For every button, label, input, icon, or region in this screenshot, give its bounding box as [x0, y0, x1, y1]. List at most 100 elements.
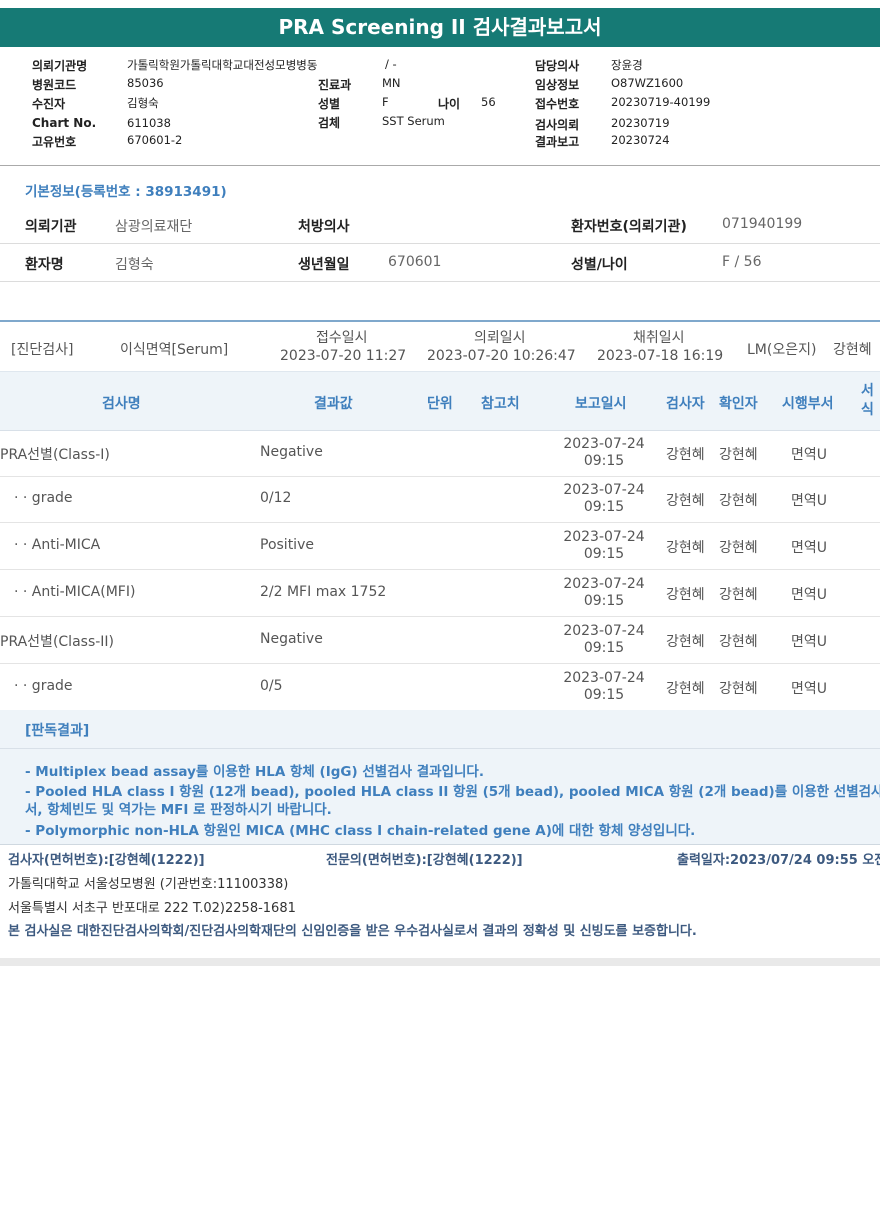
- label-clinical: 임상정보: [535, 78, 580, 92]
- footer-printed: 출력일자:2023/07/24 09:55 오전: [677, 853, 880, 868]
- label-institution: 의뢰기관명: [32, 59, 88, 73]
- table-row: · · grade 0/12 2023-07-24 09:15 강현혜 강현혜 면…: [0, 476, 880, 523]
- value-hospcode: 85036: [127, 76, 164, 90]
- report-header: 의뢰기관명 가톨릭학원가톨릭대학교대전성모병병동 / - 담당의사 장윤경 병원…: [0, 48, 880, 166]
- row-time: 09:15: [583, 499, 625, 515]
- label-hospcode: 병원코드: [32, 78, 77, 92]
- row-tester: 강현혜: [666, 540, 705, 556]
- value-name: 김형숙: [115, 257, 154, 273]
- row-report-date: 2023-07-24 09:15: [559, 529, 649, 563]
- diag-label-collected: 채취일시: [633, 330, 685, 346]
- row-date: 2023-07-24: [563, 482, 645, 498]
- table-row: PRA선별(Class-I) Negative 2023-07-24 09:15 …: [0, 430, 880, 477]
- value-birth: 670601: [388, 254, 442, 270]
- col-unit: 단위: [427, 396, 453, 412]
- row-department: 면역U: [791, 493, 828, 509]
- label-sex: 성별: [318, 97, 341, 111]
- label-name: 환자명: [25, 257, 64, 273]
- value-req: 20230719: [611, 116, 670, 130]
- interpretation-line: 서, 항체빈도 및 역가는 MFI 로 판정하시기 바랍니다.: [25, 802, 332, 818]
- report-title: PRA Screening II 검사결과보고서: [0, 8, 880, 47]
- label-presc: 처방의사: [298, 219, 350, 235]
- interpretation-title: [판독결과]: [25, 723, 90, 739]
- row-tester: 강현혜: [666, 681, 705, 697]
- row-test-name: · · Anti-MICA: [14, 537, 101, 553]
- row-report-date: 2023-07-24 09:15: [559, 623, 649, 657]
- interpretation-line: - Pooled HLA class I 항원 (12개 bead), pool…: [25, 784, 880, 800]
- col-report-date: 보고일시: [575, 396, 627, 412]
- diag-requested: 2023-07-20 10:26:47: [427, 348, 576, 364]
- diag-tester: 강현혜: [833, 342, 872, 358]
- row-test-name: · · grade: [14, 490, 73, 506]
- basic-info-row: 환자명 김형숙 생년월일 670601 성별/나이 F / 56: [0, 244, 880, 282]
- table-row: · · Anti-MICA(MFI) 2/2 MFI max 1752 2023…: [0, 570, 880, 617]
- row-tester: 강현혜: [666, 634, 705, 650]
- result-table-header: 검사명 결과값 단위 참고치 보고일시 검사자 확인자 시행부서 서식: [0, 371, 880, 431]
- label-dept: 진료과: [318, 78, 352, 92]
- row-date: 2023-07-24: [563, 623, 645, 639]
- col-ref: 참고치: [481, 396, 520, 412]
- value-report: 20230724: [611, 133, 670, 147]
- label-chart: Chart No.: [32, 116, 97, 130]
- row-confirmer: 강현혜: [719, 587, 758, 603]
- label-report: 결과보고: [535, 135, 580, 149]
- diag-subcategory: 이식면역[Serum]: [120, 342, 229, 358]
- row-result: Positive: [260, 537, 314, 553]
- footer-certification: 본 검사실은 대한진단검사의학회/진단검사의학재단의 신임인증을 받은 우수검사…: [8, 924, 697, 939]
- row-confirmer: 강현혜: [719, 493, 758, 509]
- value-sex: F: [382, 95, 389, 109]
- label-req: 검사의뢰: [535, 118, 580, 132]
- label-sexage: 성별/나이: [571, 257, 628, 273]
- diag-received: 2023-07-20 11:27: [280, 348, 407, 364]
- row-time: 09:15: [583, 593, 625, 609]
- diag-label-received: 접수일시: [316, 330, 368, 346]
- value-doctor: 장윤경: [611, 58, 643, 72]
- row-confirmer: 강현혜: [719, 634, 758, 650]
- diagnosis-summary: [진단검사] 이식면역[Serum] 접수일시 2023-07-20 11:27…: [0, 320, 880, 372]
- col-department: 시행부서: [782, 396, 834, 412]
- label-doctor: 담당의사: [535, 59, 580, 73]
- row-date: 2023-07-24: [563, 529, 645, 545]
- label-specimen: 검체: [318, 116, 341, 130]
- value-chart: 611038: [127, 116, 171, 130]
- value-pno: 071940199: [722, 216, 803, 232]
- row-report-date: 2023-07-24 09:15: [559, 670, 649, 704]
- row-tester: 강현혜: [666, 493, 705, 509]
- label-inst: 의뢰기관: [25, 219, 77, 235]
- row-test-name: · · grade: [14, 678, 73, 694]
- row-department: 면역U: [791, 681, 828, 697]
- col-tester: 검사자: [666, 396, 705, 412]
- row-result: 0/5: [260, 678, 283, 694]
- row-time: 09:15: [583, 640, 625, 656]
- interpretation-line: - Multiplex bead assay를 이용한 HLA 항체 (IgG)…: [25, 764, 484, 780]
- row-tester: 강현혜: [666, 587, 705, 603]
- label-age: 나이: [438, 97, 461, 111]
- row-report-date: 2023-07-24 09:15: [559, 436, 649, 470]
- col-test-name: 검사명: [102, 396, 141, 412]
- value-age: 56: [481, 95, 496, 109]
- row-department: 면역U: [791, 587, 828, 603]
- diag-category: [진단검사]: [11, 342, 74, 358]
- row-confirmer: 강현혜: [719, 540, 758, 556]
- col-confirmer: 확인자: [719, 396, 758, 412]
- footer-specialist: 전문의(면허번호):[강현혜(1222)]: [326, 853, 523, 868]
- basic-info-row: 의뢰기관 삼광의료재단 처방의사 환자번호(의뢰기관) 071940199: [0, 206, 880, 244]
- row-date: 2023-07-24: [563, 436, 645, 452]
- bottom-divider: [0, 958, 880, 966]
- value-slash: / -: [385, 57, 397, 71]
- row-result: 2/2 MFI max 1752: [260, 584, 387, 600]
- label-receiver: 수진자: [32, 97, 66, 111]
- label-birth: 생년월일: [298, 257, 350, 273]
- row-confirmer: 강현혜: [719, 681, 758, 697]
- row-department: 면역U: [791, 540, 828, 556]
- basic-info-title: 기본정보(등록번호 : 38913491): [25, 184, 227, 200]
- row-report-date: 2023-07-24 09:15: [559, 482, 649, 516]
- row-date: 2023-07-24: [563, 670, 645, 686]
- label-recno: 접수번호: [535, 97, 580, 111]
- row-result: Negative: [260, 444, 323, 460]
- value-specimen: SST Serum: [382, 114, 445, 128]
- value-dept: MN: [382, 76, 401, 90]
- col-form: 서식: [861, 383, 874, 418]
- value-receiver: 김형숙: [127, 96, 159, 110]
- row-time: 09:15: [583, 687, 625, 703]
